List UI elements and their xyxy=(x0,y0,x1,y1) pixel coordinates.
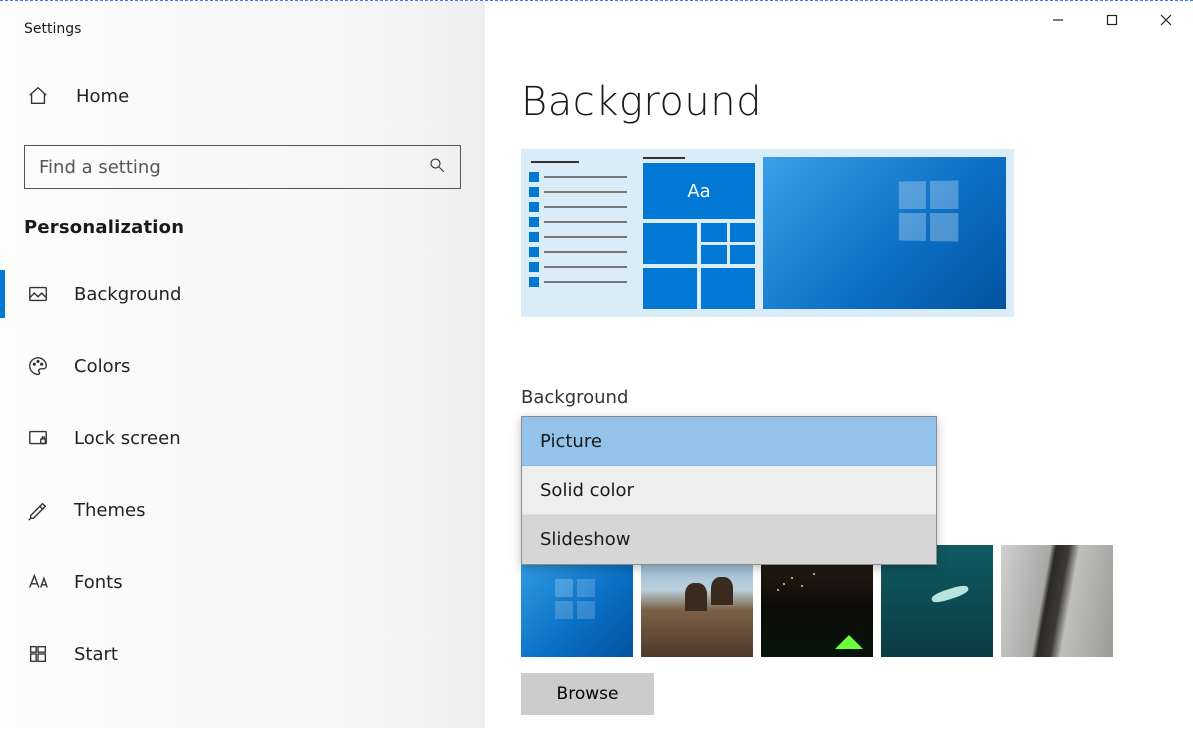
search-container xyxy=(24,145,461,189)
fonts-icon xyxy=(24,571,52,593)
sidebar-item-start[interactable]: Start xyxy=(0,618,485,690)
sidebar-item-label: Fonts xyxy=(74,572,123,593)
sidebar-item-label: Background xyxy=(74,284,181,305)
close-button[interactable] xyxy=(1139,3,1193,37)
dropdown-option-label: Solid color xyxy=(540,480,634,501)
search-input[interactable] xyxy=(39,157,428,178)
dropdown-option-solid-color[interactable]: Solid color xyxy=(522,466,936,515)
minimize-button[interactable] xyxy=(1031,3,1085,37)
start-icon xyxy=(24,643,52,665)
search-icon xyxy=(428,156,446,178)
sidebar-item-label: Themes xyxy=(74,500,145,521)
sidebar-item-lockscreen[interactable]: Lock screen xyxy=(0,402,485,474)
themes-icon xyxy=(24,499,52,521)
sidebar-item-label: Colors xyxy=(74,356,130,377)
thumbnail-picture-5[interactable] xyxy=(1001,545,1113,657)
sidebar: Settings Home Personalization Background xyxy=(0,1,485,728)
active-indicator xyxy=(0,270,5,318)
dropdown-option-label: Slideshow xyxy=(540,529,630,550)
dropdown-option-slideshow[interactable]: Slideshow xyxy=(522,515,936,564)
titlebar-controls xyxy=(1031,3,1193,37)
maximize-button[interactable] xyxy=(1085,3,1139,37)
search-box[interactable] xyxy=(24,145,461,189)
browse-button[interactable]: Browse xyxy=(521,673,654,715)
preview-tiles-mock: Aa xyxy=(643,157,755,309)
sidebar-item-fonts[interactable]: Fonts xyxy=(0,546,485,618)
palette-icon xyxy=(24,355,52,377)
sidebar-home[interactable]: Home xyxy=(0,65,485,127)
sidebar-item-colors[interactable]: Colors xyxy=(0,330,485,402)
dropdown-option-picture[interactable]: Picture xyxy=(522,417,936,466)
category-heading: Personalization xyxy=(0,211,485,258)
dropdown-option-label: Picture xyxy=(540,431,602,452)
sidebar-item-themes[interactable]: Themes xyxy=(0,474,485,546)
lock-screen-icon xyxy=(24,427,52,449)
preview-menu-mock xyxy=(529,157,635,309)
sidebar-item-background[interactable]: Background xyxy=(0,258,485,330)
page-heading: Background xyxy=(521,79,1173,125)
window-title: Settings xyxy=(0,17,485,65)
preview-wallpaper-mock xyxy=(763,157,1006,309)
home-icon xyxy=(24,85,52,107)
sidebar-item-label: Start xyxy=(74,644,118,665)
desktop-preview: Aa xyxy=(521,149,1014,317)
background-type-dropdown[interactable]: Picture Solid color Slideshow xyxy=(521,416,937,565)
main-content: Background Aa xyxy=(485,1,1193,728)
background-section-label: Background xyxy=(521,387,1173,408)
home-label: Home xyxy=(76,86,129,107)
preview-sample-text: Aa xyxy=(643,163,755,219)
sidebar-item-label: Lock screen xyxy=(74,428,181,449)
picture-icon xyxy=(24,283,52,305)
